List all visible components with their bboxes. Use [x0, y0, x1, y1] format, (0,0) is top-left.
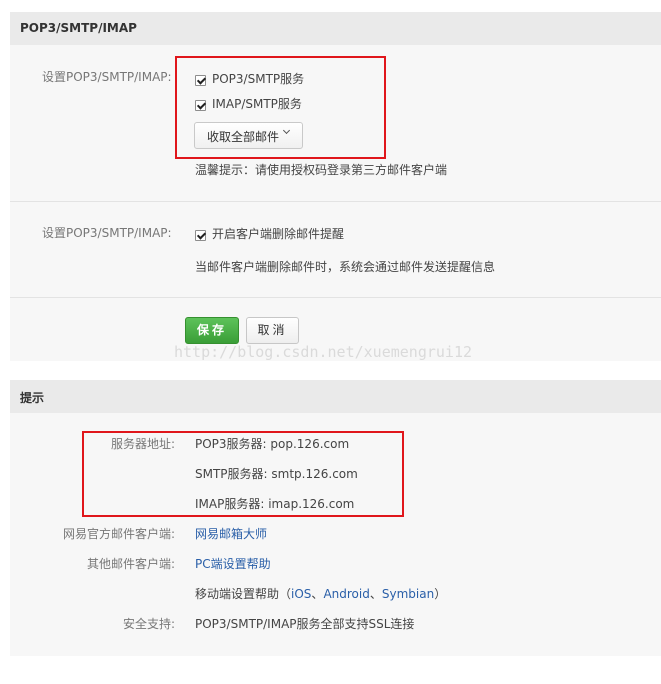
tips-title: 提示 — [20, 391, 45, 405]
section1-divider-top — [10, 201, 661, 202]
delete-reminder-desc: 当邮件客户端删除邮件时，系统会通过邮件发送提醒信息 — [195, 260, 496, 274]
row2-label: 设置POP3/SMTP/IMAP: — [42, 226, 172, 240]
mobile-help-suffix: ） — [434, 587, 447, 601]
symbian-help-link[interactable]: Symbian — [382, 587, 434, 601]
tips-panel: 提示 服务器地址: POP3服务器: pop.126.com SMTP服务器: … — [10, 380, 661, 656]
mobile-help-prefix: 移动端设置帮助（ — [195, 587, 292, 601]
security-label: 安全支持: — [122, 617, 175, 631]
pop3-settings-header: POP3/SMTP/IMAP — [10, 12, 661, 45]
tips-header: 提示 — [10, 380, 661, 413]
android-help-link[interactable]: Android — [323, 587, 369, 601]
watermark-text: http://blog.csdn.net/xuemengrui12 — [174, 343, 473, 361]
highlight-box-pop3-options — [175, 56, 386, 159]
section1-divider-bottom — [10, 297, 661, 298]
official-client-label: 网易官方邮件客户端: — [62, 527, 175, 541]
mobile-sep-1: 、 — [311, 587, 324, 601]
auth-code-tip: 温馨提示：请使用授权码登录第三方邮件客户端 — [195, 163, 448, 177]
highlight-box-server-address — [82, 431, 404, 517]
pc-help-link[interactable]: PC端设置帮助 — [195, 556, 271, 572]
save-button[interactable]: 保存 — [185, 317, 239, 344]
official-client-link[interactable]: 网易邮箱大师 — [195, 526, 267, 542]
pop3-settings-title: POP3/SMTP/IMAP — [20, 21, 137, 35]
security-value: POP3/SMTP/IMAP服务全部支持SSL连接 — [195, 617, 415, 631]
delete-reminder-label[interactable]: 开启客户端删除邮件提醒 — [212, 226, 344, 242]
mobile-sep-2: 、 — [369, 587, 382, 601]
mobile-help-line: 移动端设置帮助（iOS、Android、Symbian） — [195, 586, 446, 602]
other-client-label: 其他邮件客户端: — [86, 557, 175, 571]
ios-help-link[interactable]: iOS — [291, 587, 311, 601]
row1-label: 设置POP3/SMTP/IMAP: — [42, 70, 172, 84]
cancel-button[interactable]: 取消 — [246, 317, 299, 344]
delete-reminder-checkbox[interactable] — [195, 230, 206, 241]
